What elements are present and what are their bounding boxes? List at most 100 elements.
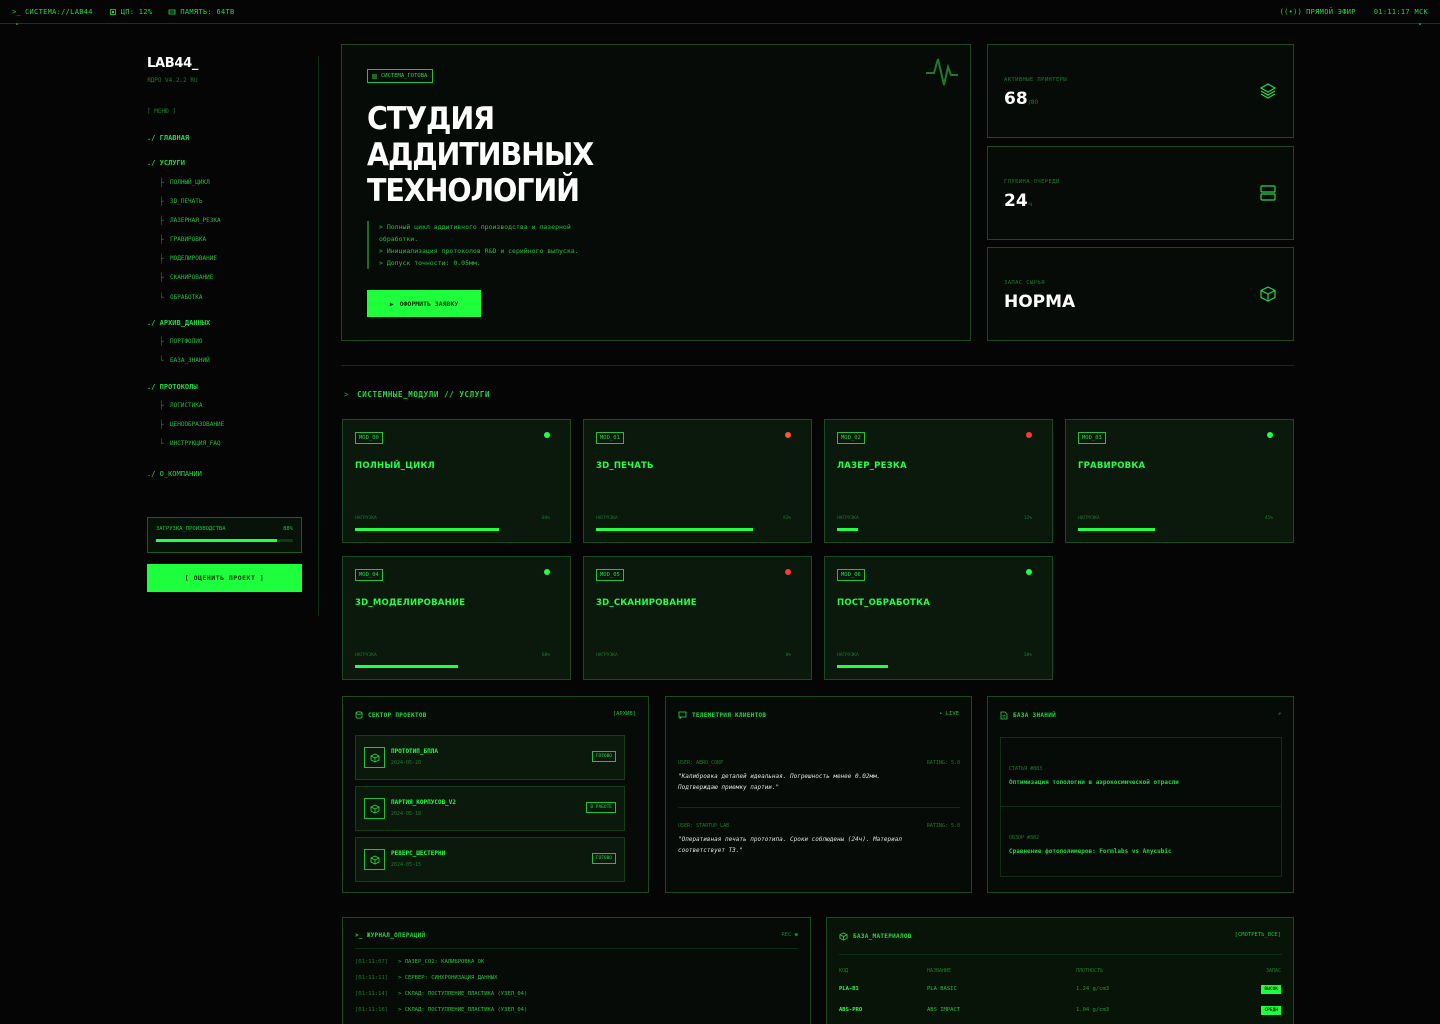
status-dot-icon <box>1026 569 1032 575</box>
nav-archive[interactable]: ./ АРХИВ_ДАННЫХ <box>147 319 210 327</box>
layers-icon <box>1259 83 1277 99</box>
column-header: КОД <box>839 968 849 974</box>
separator <box>355 948 798 949</box>
article-item[interactable]: ОБЗОР #882 Сравнение фотополимеров: Form… <box>1000 807 1282 877</box>
module-card[interactable]: MOD_03 ГРАВИРОВКА НАГРУЗКА 45% <box>1065 419 1294 543</box>
log-row: [01:11:16] > СКЛАД: ПОСТУПЛЕНИЕ_ПЛАСТИКА … <box>355 1007 528 1013</box>
submit-request-button[interactable]: ▶ ОФОРМИТЬ ЗАЯВКУ <box>367 290 481 317</box>
load-percent: 84% <box>541 516 550 521</box>
cube-icon <box>364 849 385 870</box>
load-bar <box>355 665 458 668</box>
article-item[interactable]: СТАТЬЯ #883 Оптимизация топологии в аэро… <box>1000 737 1282 807</box>
external-link-icon[interactable]: ↗ <box>1278 711 1281 717</box>
separator <box>839 954 1282 955</box>
status-badge: В РАБОТЕ <box>586 802 616 813</box>
stock-badge: СРЕДН <box>1261 1006 1281 1015</box>
module-name: 3D_МОДЕЛИРОВАНИЕ <box>355 598 466 608</box>
module-name: ПОЛНЫЙ_ЦИКЛ <box>355 461 435 471</box>
nav-sub-laser-cut[interactable]: ├ ЛАЗЕРНАЯ_РЕЗКА <box>159 216 221 225</box>
module-card[interactable]: MOD_01 3D_ПЕЧАТЬ НАГРУЗКА 92% <box>583 419 812 543</box>
core-version: ЯДРО V4.2.2 RU <box>147 77 198 84</box>
knowledge-panel: БАЗА ЗНАНИЙ ↗ СТАТЬЯ #883 Оптимизация то… <box>987 696 1294 893</box>
module-card[interactable]: MOD_04 3D_МОДЕЛИРОВАНИЕ НАГРУЗКА 60% <box>342 556 571 680</box>
projects-panel: СЕКТОР ПРОЕКТОВ [АРХИВ] ПРОТОТИП_БПЛА 20… <box>342 696 649 893</box>
module-card[interactable]: MOD_06 ПОСТ_ОБРАБОТКА НАГРУЗКА 30% <box>824 556 1053 680</box>
module-tag: MOD_04 <box>355 569 383 581</box>
cpu-usage: ЦП: 12% <box>120 7 153 16</box>
nav-sub-knowledge[interactable]: └ БАЗА_ЗНАНИЙ <box>159 356 210 365</box>
module-tag: MOD_05 <box>596 569 624 581</box>
nav-about[interactable]: ./ О_КОМПАНИИ <box>147 470 202 478</box>
view-all-link[interactable]: [СМОТРЕТЬ_ВСЕ] <box>1235 932 1281 938</box>
document-icon <box>1000 711 1008 720</box>
module-card[interactable]: MOD_00 ПОЛНЫЙ_ЦИКЛ НАГРУЗКА 84% <box>342 419 571 543</box>
nav-protocols[interactable]: ./ ПРОТОКОЛЫ <box>147 383 198 391</box>
nav-home[interactable]: ./ ГЛАВНАЯ <box>147 134 189 142</box>
load-percent: 12% <box>1023 516 1032 521</box>
load-label: НАГРУЗКА <box>355 516 377 521</box>
materials-title: БАЗА_МАТЕРИАЛОВ <box>853 933 912 940</box>
logo[interactable]: LAB44_ <box>147 56 307 71</box>
production-load-fill <box>156 539 277 542</box>
database-icon <box>355 711 363 719</box>
log-title: >_ ЖУРНАЛ_ОПЕРАЦИЙ <box>355 932 426 939</box>
projects-title: СЕКТОР ПРОЕКТОВ <box>368 711 427 719</box>
nav-sub-3d-print[interactable]: ├ 3D_ПЕЧАТЬ <box>159 197 203 206</box>
hero-title: СТУДИЯ АДДИТИВНЫХ ТЕХНОЛОГИЙ <box>367 101 594 209</box>
top-status-bar: >_ СИСТЕМА://LAB44 ЦП: 12% ПАМЯТЬ: 64TB … <box>0 0 1440 24</box>
project-item[interactable]: ПРОТОТИП_БПЛА 2024-05-20 ГОТОВО <box>355 735 625 780</box>
nav-sub-scanning[interactable]: ├ СКАНИРОВАНИЕ <box>159 273 213 282</box>
nav-sub-logistics[interactable]: ├ ЛОГИСТИКА <box>159 401 203 410</box>
status-badge: ГОТОВО <box>591 751 616 762</box>
nav-sub-portfolio[interactable]: ├ ПОРТФОЛИО <box>159 337 203 346</box>
section-divider <box>341 365 1294 366</box>
load-percent: 0% <box>785 653 791 658</box>
module-name: 3D_ПЕЧАТЬ <box>596 461 654 471</box>
estimate-project-button[interactable]: [ ОЦЕНИТЬ ПРОЕКТ ] <box>147 564 302 592</box>
nav-sub-pricing[interactable]: ├ ЦЕНООБРАЗОВАНИЕ <box>159 420 224 429</box>
nav-sub-engraving[interactable]: ├ ГРАВИРОВКА <box>159 235 206 244</box>
memory-usage: ПАМЯТЬ: 64TB <box>180 7 235 16</box>
box-icon <box>1260 286 1276 302</box>
project-item[interactable]: ПАРТИЯ_КОРПУСОВ_V2 2024-05-18 В РАБОТЕ <box>355 786 625 831</box>
load-bar <box>837 665 888 668</box>
nav-sub-processing[interactable]: └ ОБРАБОТКА <box>159 293 203 302</box>
pulse-icon <box>926 58 958 86</box>
column-header: НАЗВАНИЕ <box>927 968 952 974</box>
sidebar-divider <box>318 56 319 616</box>
load-bar <box>1078 528 1155 531</box>
separator <box>678 807 960 808</box>
nav-services[interactable]: ./ УСЛУГИ <box>147 159 185 167</box>
nav-sub-faq[interactable]: └ ИНСТРУКЦИЯ_FAQ <box>159 439 221 448</box>
stat-active-printers: АКТИВНЫЕ ПРИНТЕРЫ 68/80 <box>987 44 1294 138</box>
status-square-icon <box>372 73 377 79</box>
log-row: [01:11:14] > СКЛАД: ПОСТУПЛЕНИЕ_ПЛАСТИКА … <box>355 991 528 997</box>
corner-mark <box>16 23 18 25</box>
nav-sub-modeling[interactable]: ├ МОДЕЛИРОВАНИЕ <box>159 254 217 263</box>
stat-queue-depth: ГЛУБИНА ОЧЕРЕДИ 24ч <box>987 146 1294 240</box>
production-load-percent: 88% <box>283 526 293 532</box>
projects-archive-link[interactable]: [АРХИВ] <box>613 711 636 717</box>
load-bar <box>596 528 753 531</box>
load-label: НАГРУЗКА <box>837 516 859 521</box>
hero-panel: СИСТЕМА_ГОТОВА СТУДИЯ АДДИТИВНЫХ ТЕХНОЛО… <box>341 44 971 341</box>
material-code: PLA-B1 <box>839 986 859 992</box>
system-path: СИСТЕМА://LAB44 <box>25 7 93 16</box>
modules-section-title: > СИСТЕМНЫЕ_МОДУЛИ // УСЛУГИ <box>344 390 491 399</box>
module-tag: MOD_00 <box>355 432 383 444</box>
recording-indicator: REC ● <box>781 932 798 938</box>
module-name: ПОСТ_ОБРАБОТКА <box>837 598 930 608</box>
material-name: ABS IMPACT <box>927 1007 961 1013</box>
project-item[interactable]: РЕВЕРС_ШЕСТЕРНИ 2024-05-15 ГОТОВО <box>355 837 625 882</box>
module-name: ЛАЗЕР_РЕЗКА <box>837 461 907 471</box>
material-code: ABS-PRO <box>839 1007 863 1013</box>
terminal-icon: >_ <box>12 7 22 16</box>
column-header: ЗАПАС <box>1265 968 1281 974</box>
operations-log-panel: >_ ЖУРНАЛ_ОПЕРАЦИЙ REC ● [01:11:07] > ЛАЗ… <box>342 917 811 1024</box>
cube-icon <box>364 747 385 768</box>
sidebar: LAB44_ ЯДРО V4.2.2 RU [ МЕНЮ ] <box>147 56 307 115</box>
module-card[interactable]: MOD_02 ЛАЗЕР_РЕЗКА НАГРУЗКА 12% <box>824 419 1053 543</box>
module-card[interactable]: MOD_05 3D_СКАНИРОВАНИЕ НАГРУЗКА 0% <box>583 556 812 680</box>
module-tag: MOD_03 <box>1078 432 1106 444</box>
nav-sub-full-cycle[interactable]: ├ ПОЛНЫЙ_ЦИКЛ <box>159 178 210 187</box>
